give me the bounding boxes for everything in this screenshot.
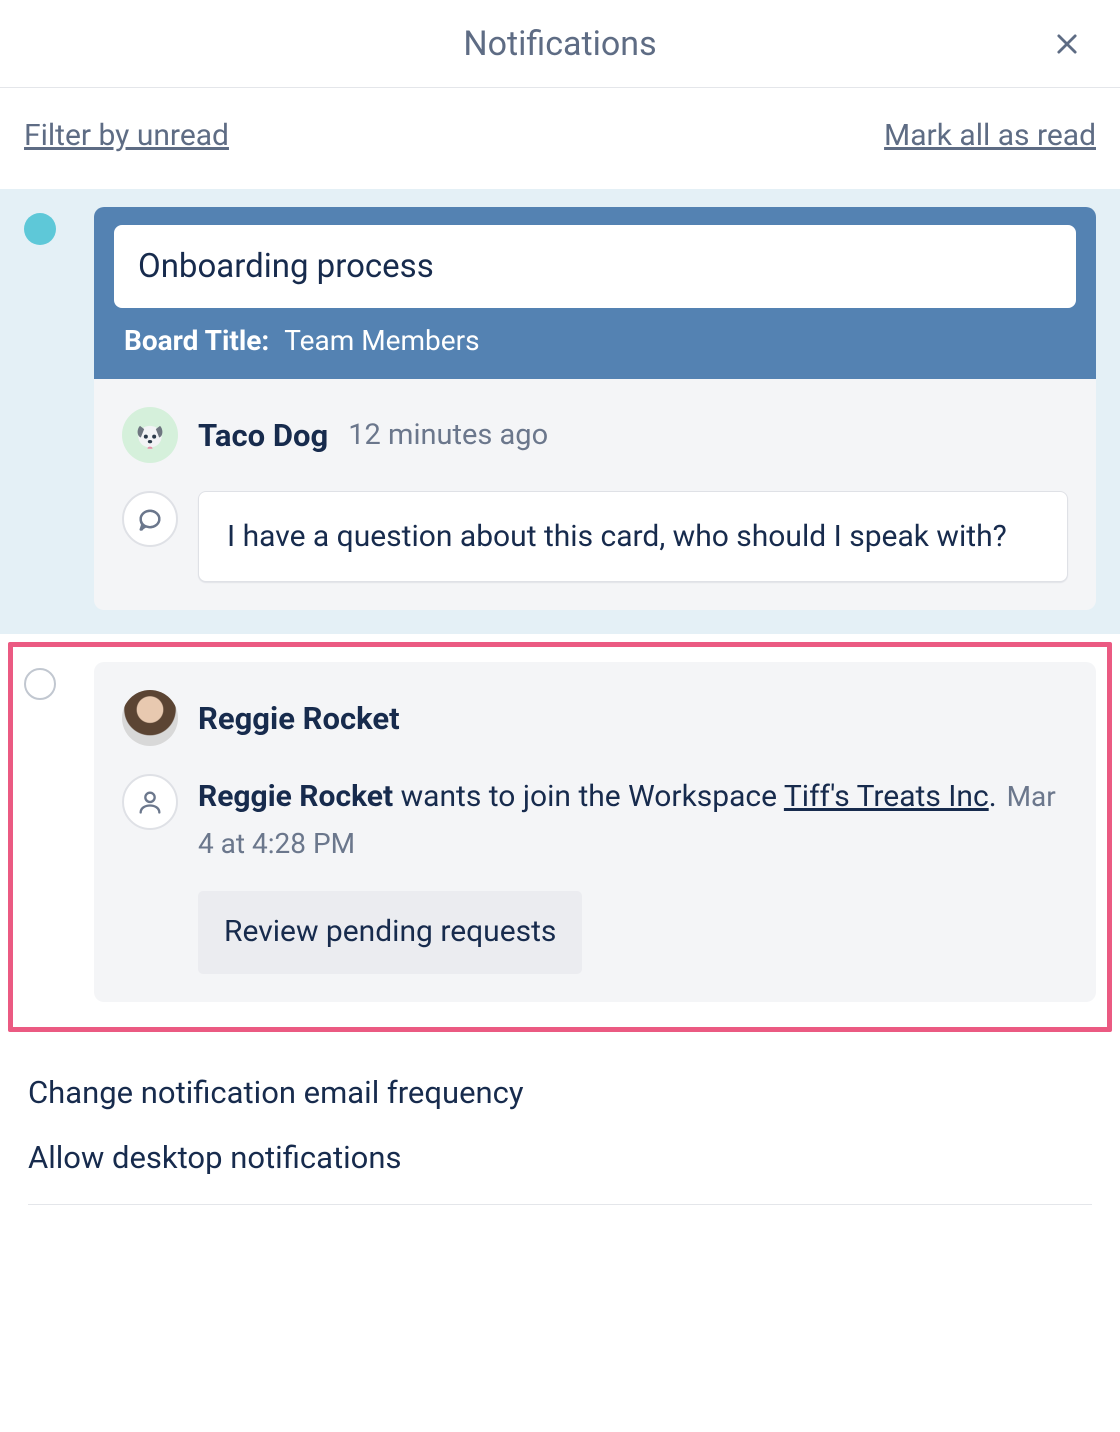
allow-desktop-notifications-link[interactable]: Allow desktop notifications (28, 1125, 1092, 1190)
divider (28, 1204, 1092, 1205)
notification-card[interactable]: Reggie Rocket Reggie Rocket wants to joi… (94, 662, 1096, 1002)
person-icon-wrap (122, 774, 178, 830)
person-icon (136, 788, 164, 816)
unread-toggle[interactable] (24, 668, 56, 700)
speech-bubble-icon (136, 505, 164, 533)
comment-text: I have a question about this card, who s… (198, 491, 1068, 582)
card-title: Onboarding process (114, 225, 1076, 308)
dog-avatar-icon (130, 415, 170, 455)
panel-title: Notifications (463, 24, 656, 64)
timestamp: 12 minutes ago (348, 418, 548, 452)
panel-header: Notifications (0, 0, 1120, 88)
close-icon (1053, 30, 1081, 58)
card-header: Onboarding process Board Title: Team Mem… (94, 207, 1096, 379)
board-value: Team Members (284, 324, 479, 357)
unread-toggle[interactable] (24, 213, 56, 245)
footer: Change notification email frequency Allo… (0, 1032, 1120, 1233)
avatar (122, 407, 178, 463)
review-pending-requests-button[interactable]: Review pending requests (198, 891, 582, 974)
comment-line: I have a question about this card, who s… (122, 491, 1068, 582)
notifications-panel: Notifications Filter by unread Mark all … (0, 0, 1120, 1233)
author-name: Taco Dog (198, 417, 328, 454)
board-label: Board Title: (124, 324, 269, 357)
author-line: Reggie Rocket (122, 690, 1068, 746)
notification-item: Onboarding process Board Title: Team Mem… (0, 189, 1120, 634)
read-status-col (24, 662, 94, 700)
notification-card[interactable]: Onboarding process Board Title: Team Mem… (94, 207, 1096, 610)
notifications-list: Onboarding process Board Title: Team Mem… (0, 189, 1120, 1032)
request-middle: wants to join the Workspace (393, 779, 784, 814)
avatar (122, 690, 178, 746)
author-name: Reggie Rocket (198, 700, 400, 737)
comment-icon-wrap (122, 491, 178, 547)
read-status-col (24, 207, 94, 245)
card-body: Taco Dog 12 minutes ago I have a questio… (94, 379, 1096, 610)
notification-item: Reggie Rocket Reggie Rocket wants to joi… (8, 642, 1112, 1032)
author-line: Taco Dog 12 minutes ago (122, 407, 1068, 463)
board-line: Board Title: Team Members (114, 308, 1076, 361)
toolbar: Filter by unread Mark all as read (0, 88, 1120, 189)
change-email-frequency-link[interactable]: Change notification email frequency (28, 1060, 1092, 1125)
request-line: Reggie Rocket wants to join the Workspac… (122, 774, 1068, 974)
request-text: Reggie Rocket wants to join the Workspac… (198, 774, 1068, 974)
request-period: . (989, 779, 997, 814)
workspace-link[interactable]: Tiff's Treats Inc (784, 779, 989, 814)
mark-all-as-read-link[interactable]: Mark all as read (884, 118, 1096, 153)
close-button[interactable] (1050, 27, 1084, 61)
request-person: Reggie Rocket (198, 779, 393, 814)
filter-by-unread-link[interactable]: Filter by unread (24, 118, 229, 153)
